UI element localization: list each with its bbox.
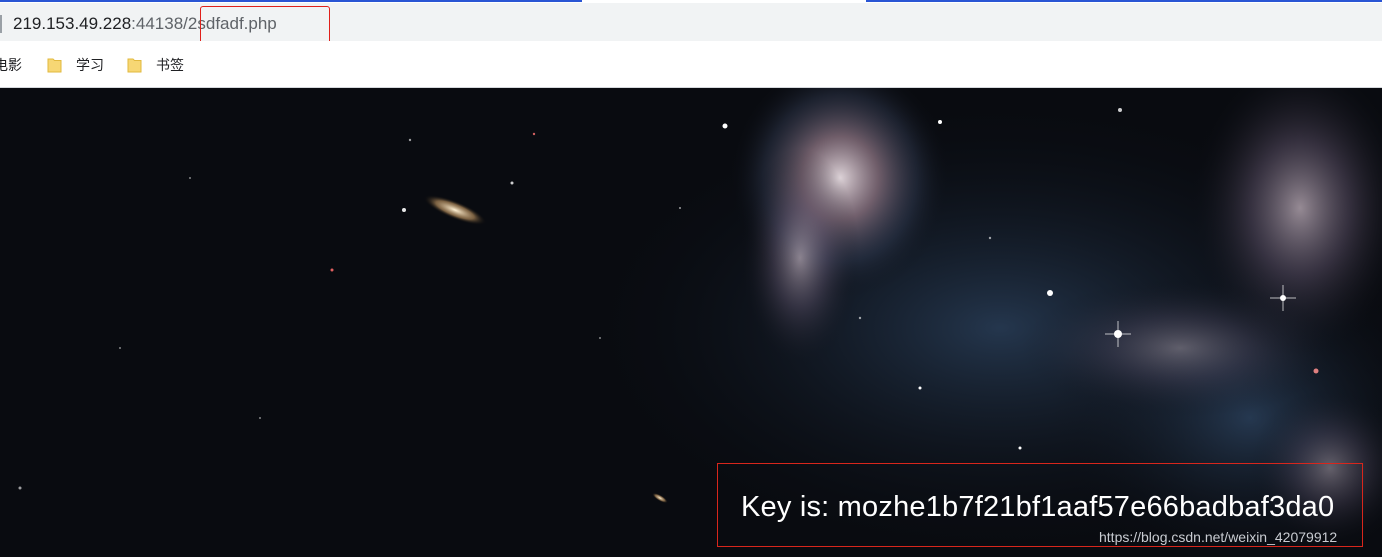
bookmark-label: 书签 bbox=[156, 57, 184, 73]
bookmark-label: 学习 bbox=[76, 57, 104, 73]
bookmark-bookmarks[interactable]: 书签 bbox=[127, 55, 184, 75]
tab-accent-right bbox=[866, 0, 1382, 2]
page-content: Key is: mozhe1b7f21bf1aaf57e66badbaf3da0… bbox=[0, 88, 1382, 557]
bookmark-label: 电影 bbox=[0, 57, 22, 73]
bookmark-movies[interactable]: 电影 bbox=[0, 55, 22, 75]
bookmark-study[interactable]: 学习 bbox=[47, 55, 104, 75]
url-port: :44138/ bbox=[131, 14, 188, 33]
folder-icon bbox=[127, 57, 142, 73]
key-text: Key is: mozhe1b7f21bf1aaf57e66badbaf3da0 bbox=[741, 491, 1335, 523]
url-path-highlight bbox=[200, 6, 330, 44]
folder-icon bbox=[47, 57, 62, 73]
bookmarks-bar: 电影 学习 书签 bbox=[0, 41, 1382, 88]
url-host: 219.153.49.228 bbox=[13, 14, 132, 33]
tab-accent-left bbox=[0, 0, 582, 2]
watermark-text: https://blog.csdn.net/weixin_42079912 bbox=[1099, 529, 1338, 545]
address-bar-divider bbox=[0, 15, 2, 33]
